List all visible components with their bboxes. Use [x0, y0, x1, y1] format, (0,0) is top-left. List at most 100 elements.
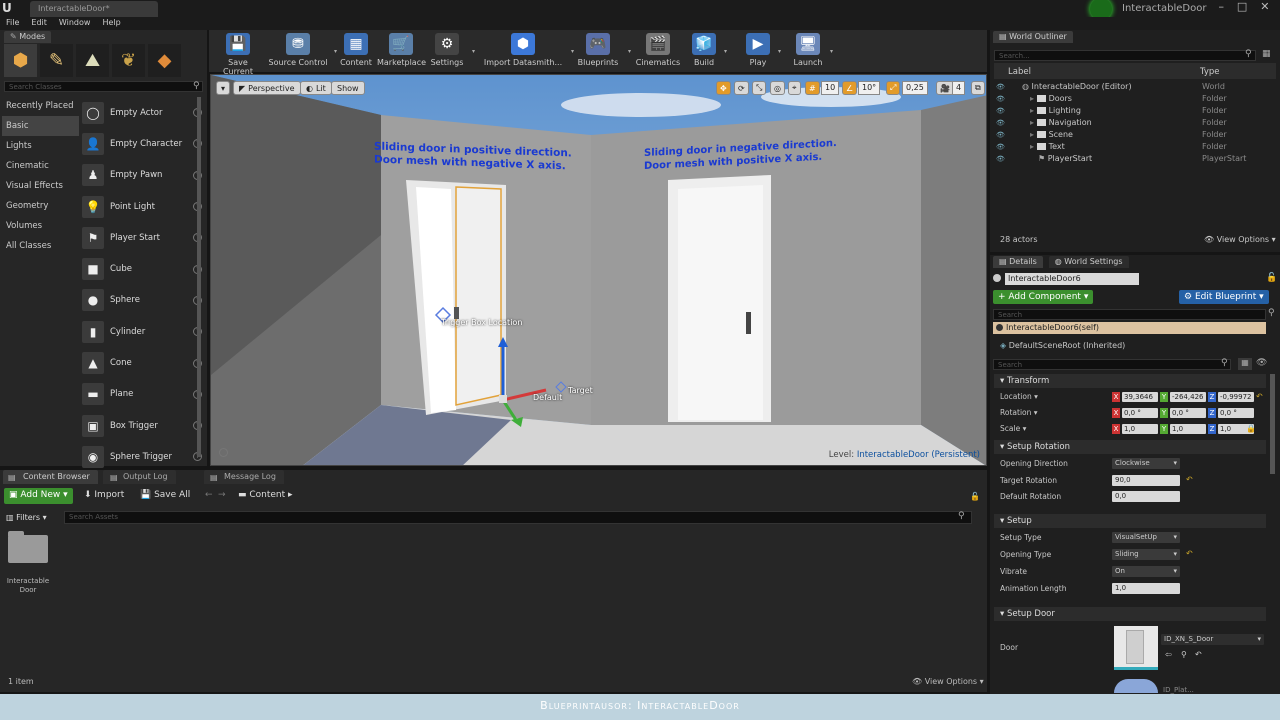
world-outliner-tab[interactable]: ▤ World Outliner: [993, 31, 1073, 43]
browse-icon[interactable]: ⚲: [1181, 650, 1187, 659]
surface-snap-icon[interactable]: ⌖: [788, 81, 801, 95]
maximize-button[interactable]: □: [1237, 0, 1247, 16]
col-type[interactable]: Type: [1200, 67, 1220, 77]
outliner-view-options[interactable]: 👁 View Options ▾: [1204, 235, 1276, 244]
vibrate-select[interactable]: On ▾: [1112, 566, 1180, 577]
lit-button[interactable]: ◐ Lit: [300, 81, 332, 95]
placeable-item[interactable]: ◯Empty Actor?: [82, 97, 202, 128]
setup-section[interactable]: ▾ Setup: [994, 514, 1266, 528]
chevron-down-icon[interactable]: ▾: [472, 48, 475, 55]
place-mode-icon[interactable]: ⬢: [4, 44, 37, 77]
setup-rotation-section[interactable]: ▾ Setup Rotation: [994, 440, 1266, 454]
add-component-button[interactable]: + Add Component ▾: [993, 290, 1094, 304]
opening-type-select[interactable]: Sliding ▾: [1112, 549, 1180, 560]
asset-search-input[interactable]: Search Assets: [64, 511, 972, 524]
menu-help[interactable]: Help: [96, 17, 126, 30]
import-button[interactable]: ⬇ Import: [84, 490, 124, 500]
asset-name[interactable]: Interactable Door: [2, 577, 54, 595]
placeable-item[interactable]: ▬Plane?: [82, 379, 202, 410]
location-label[interactable]: Location ▾: [1000, 391, 1038, 403]
opening-direction-select[interactable]: Clockwise ▾: [1112, 458, 1180, 469]
camera-speed-value[interactable]: 4: [952, 81, 966, 95]
rotation-x[interactable]: 0,0 °: [1122, 408, 1158, 418]
toolbar-source-control-button[interactable]: ⛃ Source Control ▾: [267, 32, 337, 72]
placeable-item[interactable]: 👤Empty Character?: [82, 128, 202, 159]
scale-y[interactable]: 1,0: [1170, 424, 1206, 434]
outliner-row[interactable]: 👁 ▸ Text Folder: [996, 141, 1272, 153]
menu-file[interactable]: File: [0, 17, 25, 30]
visibility-eye-icon[interactable]: 👁: [996, 81, 1005, 93]
placeable-item[interactable]: ⚑Player Start?: [82, 222, 202, 253]
outliner-row[interactable]: 👁 ◍ InteractableDoor (Editor) World: [996, 81, 1272, 93]
location-y[interactable]: -264,426: [1170, 392, 1206, 402]
maximize-viewport-icon[interactable]: ⧉: [971, 81, 985, 95]
component-search-input[interactable]: Search: [993, 309, 1266, 320]
placeable-item[interactable]: ◉Sphere Trigger?: [82, 441, 202, 472]
animation-length-field[interactable]: 1,0: [1112, 583, 1180, 594]
save-all-button[interactable]: 💾 Save All: [140, 490, 190, 500]
rotate-tool-icon[interactable]: ⟳: [734, 81, 749, 95]
filters-button[interactable]: ▥ Filters ▾: [6, 513, 47, 522]
scale-tool-icon[interactable]: ⤡: [752, 81, 767, 95]
category-volumes[interactable]: Volumes: [2, 216, 79, 236]
root-component-row[interactable]: ◈ DefaultSceneRoot (Inherited): [1000, 341, 1125, 350]
category-all-classes[interactable]: All Classes: [2, 236, 79, 256]
reset-icon[interactable]: ↶: [1186, 549, 1193, 558]
placeable-item[interactable]: ▲Cone?: [82, 347, 202, 378]
content-browser-tab[interactable]: Content Browser: [3, 470, 98, 484]
edit-blueprint-button[interactable]: ⚙ Edit Blueprint ▾: [1179, 290, 1269, 304]
add-new-button[interactable]: ▣ Add New ▾: [4, 488, 73, 504]
back-arrow-icon[interactable]: ←: [205, 490, 213, 500]
outliner-row[interactable]: 👁 ▸ Doors Folder: [996, 93, 1272, 105]
toolbar-play-button[interactable]: ▶ Play ▾: [743, 32, 781, 72]
placeable-item[interactable]: ♟Empty Pawn?: [82, 160, 202, 191]
geometry-mode-icon[interactable]: ◆: [148, 44, 181, 77]
eye-icon[interactable]: 👁: [1256, 358, 1267, 368]
menu-edit[interactable]: Edit: [25, 17, 53, 30]
reset-icon[interactable]: ↶: [1195, 650, 1202, 659]
details-scrollbar[interactable]: [1270, 374, 1275, 474]
details-search-input[interactable]: Search: [993, 359, 1231, 370]
scale-snap-icon[interactable]: ⤢: [886, 81, 901, 95]
outliner-row[interactable]: 👁 ▸ Navigation Folder: [996, 117, 1272, 129]
translate-tool-icon[interactable]: ✥: [716, 81, 731, 95]
placeable-item[interactable]: ▮Cylinder?: [82, 316, 202, 347]
self-component-row[interactable]: InteractableDoor6(self): [993, 322, 1266, 334]
chevron-down-icon[interactable]: ▾: [334, 48, 337, 55]
lock-icon[interactable]: 🔒: [1246, 424, 1256, 433]
placeable-item[interactable]: ▣Box Trigger?: [82, 410, 202, 441]
show-button[interactable]: Show: [331, 81, 365, 95]
lock-icon[interactable]: 🔓: [970, 492, 980, 501]
scale-snap-value[interactable]: 0,25: [902, 81, 928, 95]
menu-window[interactable]: Window: [53, 17, 97, 30]
setup-type-select[interactable]: VisualSetUp ▾: [1112, 532, 1180, 543]
object-name-field[interactable]: InteractableDoor6: [1005, 273, 1139, 285]
close-button[interactable]: ✕: [1260, 0, 1269, 16]
rotation-label[interactable]: Rotation ▾: [1000, 407, 1038, 419]
paint-mode-icon[interactable]: ✎: [40, 44, 73, 77]
category-lights[interactable]: Lights: [2, 136, 79, 156]
use-selected-icon[interactable]: ⇦: [1165, 650, 1172, 659]
placeable-item[interactable]: ■Cube?: [82, 253, 202, 284]
outliner-row[interactable]: 👁 ▸ Lighting Folder: [996, 105, 1272, 117]
visibility-eye-icon[interactable]: 👁: [996, 153, 1005, 165]
toolbar-launch-button[interactable]: 🖥 Launch ▾: [791, 32, 833, 72]
default-rotation-field[interactable]: 0,0: [1112, 491, 1180, 502]
visibility-eye-icon[interactable]: 👁: [996, 105, 1005, 117]
rotation-snap-icon[interactable]: ∠: [842, 81, 858, 95]
scale-label[interactable]: Scale ▾: [1000, 423, 1026, 435]
modes-tab[interactable]: ✎ Modes: [4, 31, 52, 43]
outliner-search-input[interactable]: Search...: [994, 50, 1256, 61]
door-thumbnail[interactable]: [1114, 626, 1158, 670]
rotation-z[interactable]: 0,0 °: [1218, 408, 1254, 418]
world-local-icon[interactable]: ◎: [770, 81, 785, 95]
world-settings-tab[interactable]: ◍ World Settings: [1048, 256, 1129, 268]
placeable-item[interactable]: ●Sphere?: [82, 285, 202, 316]
chevron-down-icon[interactable]: ▾: [724, 48, 727, 55]
toolbar-blueprints-button[interactable]: 🎮 Blueprints ▾: [573, 32, 631, 72]
outliner-row[interactable]: 👁 ▸ Scene Folder: [996, 129, 1272, 141]
category-visual-effects[interactable]: Visual Effects: [2, 176, 79, 196]
grid-snap-icon[interactable]: #: [805, 81, 820, 95]
minimize-button[interactable]: –: [1218, 0, 1224, 16]
transform-section[interactable]: ▾ Transform: [994, 374, 1266, 388]
